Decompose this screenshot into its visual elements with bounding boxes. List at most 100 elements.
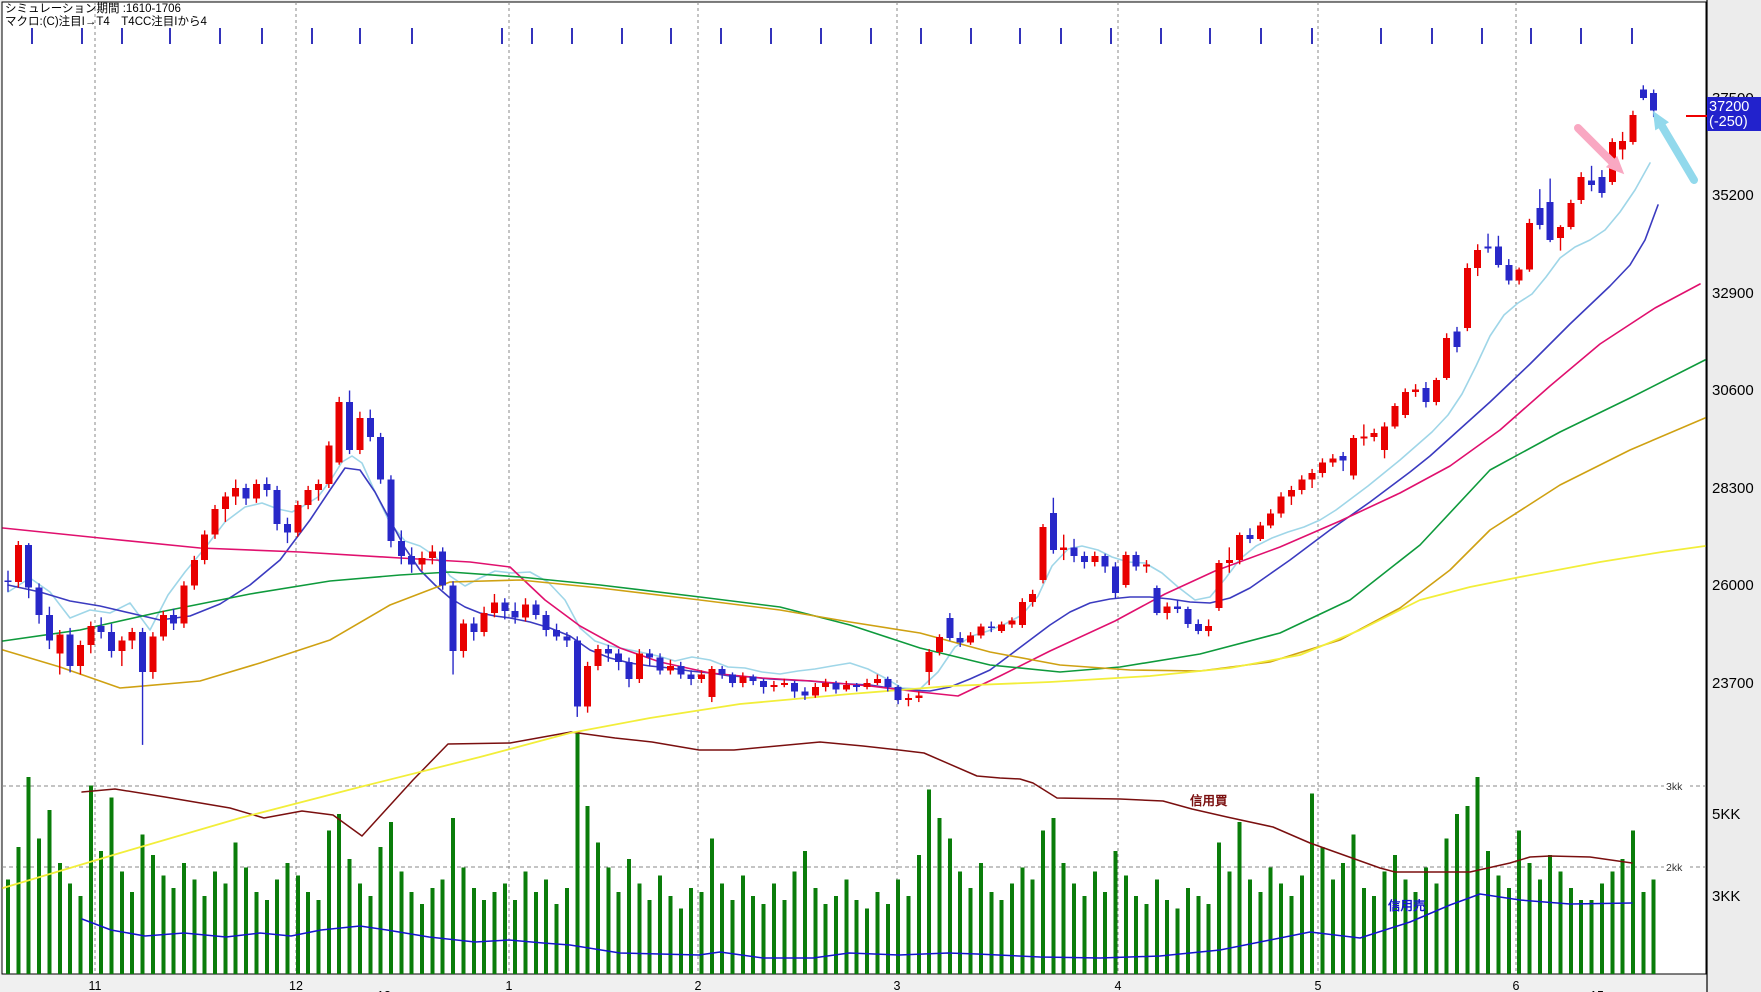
candle-down: [1153, 588, 1161, 614]
volume-bar: [668, 896, 673, 974]
candle-up: [1557, 226, 1564, 238]
volume-bar: [420, 904, 424, 974]
candle-up: [128, 632, 136, 641]
candle-up: [490, 602, 498, 614]
candle-down: [366, 418, 374, 438]
volume-bar: [1351, 834, 1356, 974]
candle-down: [832, 683, 840, 690]
volume-bar: [1103, 891, 1108, 974]
candle-up: [1236, 535, 1244, 561]
candle-down: [1598, 176, 1606, 193]
volume-bar: [1486, 850, 1491, 974]
candle-up: [967, 635, 975, 643]
candle-up: [356, 418, 364, 450]
volume-bar: [854, 900, 859, 974]
candle-up: [1577, 176, 1585, 201]
candle-down: [1536, 208, 1544, 226]
volume-bar: [554, 904, 559, 974]
candle-up: [1308, 473, 1316, 480]
volume-bar: [1361, 887, 1366, 974]
volume-bar: [1113, 850, 1118, 974]
macro-label: マクロ:(C)注目I→T4 T4CC注目Iから4: [5, 16, 207, 28]
candle-up: [1277, 496, 1285, 514]
candle-up: [1629, 114, 1637, 143]
candle-up: [1256, 525, 1264, 539]
volume-bar: [357, 883, 362, 974]
candle-up: [1412, 389, 1420, 393]
candle-up: [1215, 563, 1223, 608]
volume-bar: [140, 834, 145, 974]
candle-down: [1101, 555, 1109, 567]
volume-bar: [1082, 896, 1087, 974]
candle-up: [635, 653, 643, 679]
volume-bar: [461, 867, 466, 974]
candle-up: [1060, 547, 1068, 550]
candle-down: [170, 615, 178, 624]
volume-bar: [161, 875, 166, 974]
candle-down: [439, 551, 447, 586]
candle-up: [232, 488, 240, 497]
volume-bar: [275, 879, 280, 974]
current-price-value: 37200: [1709, 99, 1749, 115]
month-label-1: 1: [506, 979, 513, 992]
margin-buy-label: 信用買: [1190, 793, 1228, 808]
candle-down: [35, 587, 43, 616]
volume-bar: [1475, 777, 1480, 974]
candle-up: [697, 674, 705, 679]
candle-up: [159, 615, 167, 637]
volume-bar: [616, 891, 621, 974]
volume-bar: [1216, 842, 1221, 974]
candle-up: [418, 557, 426, 565]
candle-down: [1049, 513, 1057, 550]
volume-bar: [171, 887, 176, 974]
volume-bar: [937, 818, 942, 974]
candle-down: [1194, 624, 1202, 631]
volume-bar: [150, 855, 155, 974]
candle-down: [542, 615, 550, 631]
candle-down: [387, 479, 395, 541]
candle-up: [1443, 337, 1451, 378]
volume-bar: [1641, 891, 1646, 974]
volume-bar: [430, 887, 435, 974]
candle-down: [1639, 89, 1647, 98]
candle-up: [998, 624, 1006, 631]
candle-down: [749, 676, 757, 681]
candle-down: [1453, 331, 1461, 347]
candle-down: [791, 683, 799, 692]
volume-bar: [1465, 805, 1470, 974]
threshold-label: 2kk: [1666, 862, 1683, 874]
candle-down: [1339, 456, 1347, 461]
volume-bar: [192, 879, 197, 974]
candle-up: [1619, 141, 1627, 150]
candle-up: [1122, 554, 1130, 586]
volume-bar: [1134, 896, 1139, 974]
volume-bar: [761, 904, 766, 974]
volume-bar: [1537, 879, 1542, 974]
candle-down: [1246, 535, 1254, 539]
month-label-3: 3: [894, 979, 901, 992]
candle-up: [315, 483, 322, 491]
price-axis-label: 32900: [1712, 285, 1754, 302]
candle-up: [1029, 593, 1037, 603]
volume-bar: [575, 732, 580, 974]
volume-bar: [906, 896, 911, 974]
candle-up: [584, 666, 592, 707]
volume-bar: [1185, 887, 1190, 974]
volume-bar: [1434, 883, 1439, 974]
month-label-2: 2: [695, 979, 702, 992]
candle-down: [604, 649, 612, 654]
chart-canvas[interactable]: 3kk2kk信用買信用売3750035200329003060028300260…: [0, 0, 1761, 992]
candle-down: [346, 401, 354, 450]
month-label-4: 4: [1115, 979, 1122, 992]
candle-down: [625, 661, 633, 679]
candle-down: [615, 653, 623, 662]
candle-up: [873, 678, 881, 683]
volume-bar: [337, 814, 342, 974]
candle-down: [449, 585, 457, 652]
candle-up: [480, 613, 488, 633]
volume-bar: [1268, 867, 1273, 974]
candle-down: [242, 488, 250, 499]
candle-up: [822, 683, 830, 688]
volume-bar: [813, 887, 818, 974]
volume-bar: [564, 887, 569, 974]
